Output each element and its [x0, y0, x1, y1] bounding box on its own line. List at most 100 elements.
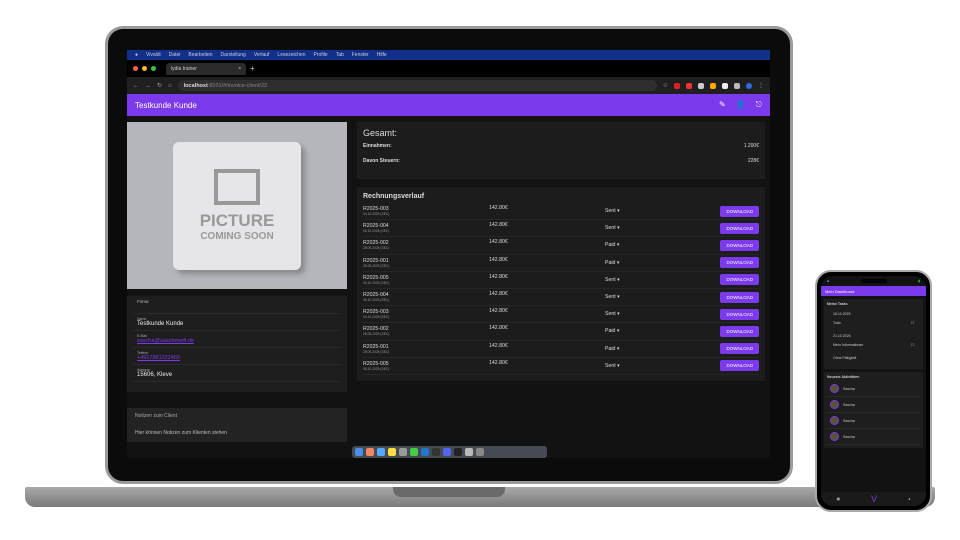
discord-icon[interactable] — [443, 448, 451, 456]
menu-item[interactable]: Datei — [169, 52, 181, 58]
browser-menu-icon[interactable]: ⋮ — [758, 82, 764, 89]
status-select[interactable]: Sent ▾ — [605, 294, 720, 300]
close-tab-icon[interactable]: × — [238, 66, 241, 72]
back-icon[interactable]: ← — [133, 83, 139, 89]
extension-icon[interactable] — [722, 82, 728, 89]
home-icon[interactable]: ⌂ — [168, 83, 172, 89]
invoice-date: 04.10.2025 (SEC) — [363, 212, 390, 217]
logout-icon[interactable]: ⎋ — [756, 100, 762, 110]
maximize-window-button[interactable] — [151, 66, 156, 71]
document-icon[interactable] — [465, 448, 473, 456]
menu-item[interactable]: Fenster — [352, 52, 369, 58]
logo-icon[interactable]: V — [871, 494, 877, 504]
extension-icon[interactable] — [686, 82, 692, 89]
download-button[interactable]: DOWNLOAD — [720, 257, 759, 269]
activity-item[interactable]: Sascha — [827, 413, 920, 429]
vscode-icon[interactable] — [421, 448, 429, 456]
download-button[interactable]: DOWNLOAD — [720, 343, 759, 355]
minimize-window-button[interactable] — [142, 66, 147, 71]
status-select[interactable]: Sent ▾ — [605, 363, 720, 369]
status-select[interactable]: Sent ▾ — [605, 208, 720, 214]
profile-nav-icon[interactable]: ● — [908, 497, 910, 501]
activity-user: Sascha — [843, 418, 855, 423]
company-label: Firma — [137, 299, 149, 304]
download-button[interactable]: DOWNLOAD — [720, 325, 759, 337]
download-button[interactable]: DOWNLOAD — [720, 205, 759, 217]
checkbox-icon[interactable]: ☐ — [911, 343, 914, 347]
download-button[interactable]: DOWNLOAD — [720, 239, 759, 251]
chevron-down-icon: ▾ — [617, 362, 620, 369]
trash-icon[interactable] — [476, 448, 484, 456]
status-select[interactable]: Sent ▾ — [605, 277, 720, 283]
income-value: 1.200€ — [743, 143, 759, 149]
status-value: Sent — [605, 362, 616, 369]
download-button[interactable]: DOWNLOAD — [720, 360, 759, 372]
client-notes[interactable]: Notizen zum Client Hier können Notizen z… — [127, 408, 347, 442]
forward-icon[interactable]: → — [145, 83, 151, 89]
extension-icon[interactable] — [710, 82, 716, 89]
checkbox-icon[interactable]: ☐ — [911, 321, 914, 325]
phone-screen: ● ▮ Mein Dashboard Meine Tasks 16.10.2025… — [821, 276, 926, 506]
terminal-icon[interactable] — [432, 448, 440, 456]
download-button[interactable]: DOWNLOAD — [720, 222, 759, 234]
avatar — [830, 400, 839, 409]
invoice-amount: 142.80€ — [489, 273, 508, 280]
invoice-id: R2025-001 — [363, 343, 389, 350]
invoice-row: R2025-001 28.09.2025 (SEC) 142.80€ Paid ▾… — [363, 255, 759, 272]
download-button[interactable]: DOWNLOAD — [720, 308, 759, 320]
chevron-down-icon: ▾ — [617, 276, 620, 283]
settings-icon[interactable] — [399, 448, 407, 456]
extensions-puzzle-icon[interactable] — [734, 82, 740, 89]
extension-icon[interactable] — [674, 82, 680, 89]
user-icon[interactable]: 👤 — [736, 100, 746, 110]
extension-icon[interactable] — [698, 82, 704, 89]
dashboard-nav-icon[interactable]: ▦ — [837, 497, 840, 501]
status-select[interactable]: Sent ▾ — [605, 225, 720, 231]
new-tab-button[interactable]: + — [250, 64, 255, 73]
task-date: 21.10.2025 — [833, 334, 851, 338]
phone-link[interactable]: +4917881222465 — [137, 355, 337, 361]
tasks-section[interactable]: Meine Tasks 16.10.2025 Todo ☐ 21.10.2025 Me… — [824, 299, 923, 369]
menu-item[interactable]: Tab — [336, 52, 344, 58]
edit-icon[interactable]: ✎ — [719, 100, 726, 110]
bookmark-star-icon[interactable]: ☆ — [663, 82, 668, 89]
close-window-button[interactable] — [133, 66, 138, 71]
download-button[interactable]: DOWNLOAD — [720, 291, 759, 303]
email-link[interactable]: sascha@saschesoft.de — [137, 338, 337, 344]
finder-icon[interactable] — [355, 448, 363, 456]
apple-icon[interactable]: ● — [135, 52, 138, 58]
menu-item[interactable]: Lesezeichen — [277, 52, 305, 58]
menu-item[interactable]: Hilfe — [377, 52, 387, 58]
no-due-date-group[interactable]: Ohne Fälligkeit — [830, 353, 917, 363]
invoice-number: R2025-002 28.09.2025 (SEC) — [363, 326, 489, 336]
status-value: Sent — [605, 208, 616, 215]
status-select[interactable]: Paid ▾ — [605, 242, 720, 248]
reload-icon[interactable]: ↻ — [157, 82, 162, 89]
menu-item[interactable]: Bearbeiten — [188, 52, 212, 58]
activity-item[interactable]: Sascha — [827, 397, 920, 413]
notes-icon[interactable] — [388, 448, 396, 456]
status-select[interactable]: Paid ▾ — [605, 260, 720, 266]
menu-item[interactable]: Verlauf — [254, 52, 270, 58]
chrome-icon[interactable] — [410, 448, 418, 456]
status-value: Sent — [605, 276, 616, 283]
status-select[interactable]: Sent ▾ — [605, 311, 720, 317]
menu-item[interactable]: Vivaldi — [146, 52, 161, 58]
url-input[interactable]: localhost:8101/#/invoice-client/22 — [177, 80, 657, 91]
status-select[interactable]: Paid ▾ — [605, 346, 720, 352]
notes-title: Notizen zum Client — [135, 413, 177, 419]
menu-item[interactable]: Profile — [314, 52, 328, 58]
mail-icon[interactable] — [377, 448, 385, 456]
browser-tab[interactable]: lydia trainer × — [166, 62, 246, 75]
activity-item[interactable]: Sascha — [827, 381, 920, 397]
app-icon[interactable] — [454, 448, 462, 456]
app-icon[interactable] — [366, 448, 374, 456]
summary-card: Gesamt: Einnahmen: 1.200€ Davon Steuern: 2… — [357, 122, 765, 179]
menu-item[interactable]: Darstellung — [221, 52, 246, 58]
download-button[interactable]: DOWNLOAD — [720, 274, 759, 286]
activity-item[interactable]: Sascha — [827, 429, 920, 445]
address-value: 15606, Kleve — [137, 372, 173, 378]
task-title: Todo — [833, 321, 841, 325]
status-select[interactable]: Paid ▾ — [605, 328, 720, 334]
profile-avatar[interactable] — [746, 82, 752, 89]
